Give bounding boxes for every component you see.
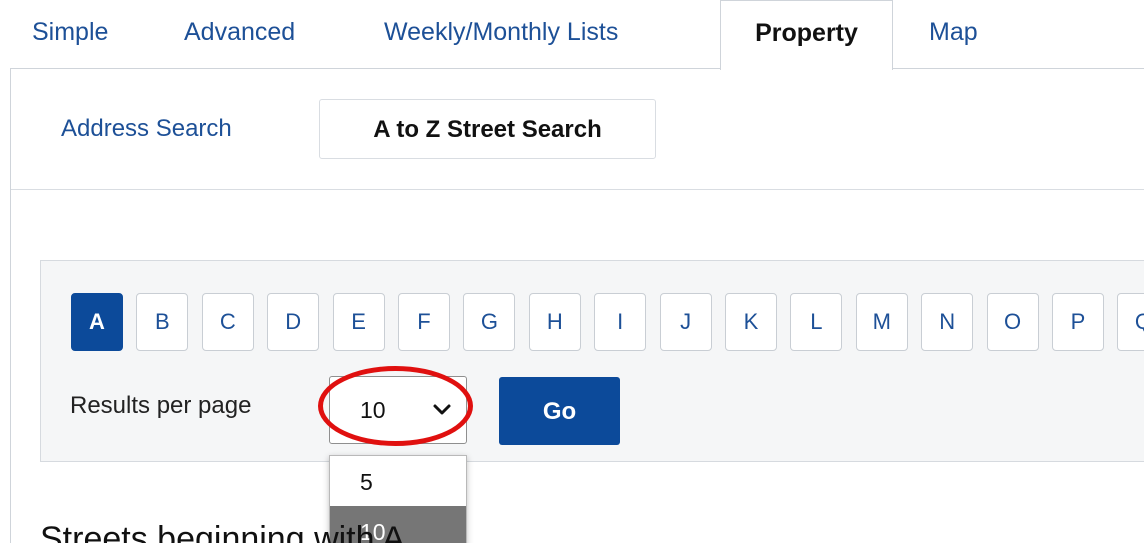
tab-address-search[interactable]: Address Search	[61, 99, 232, 159]
sub-tabs: Address Search A to Z Street Search	[11, 69, 1144, 190]
letter-j-button[interactable]: J	[659, 293, 712, 351]
letter-e-button[interactable]: E	[332, 293, 385, 351]
letter-b-button[interactable]: B	[136, 293, 189, 351]
tab-advanced[interactable]: Advanced	[184, 0, 295, 68]
tab-a-to-z-street-search[interactable]: A to Z Street Search	[319, 99, 656, 159]
letter-l-button[interactable]: L	[790, 293, 843, 351]
letter-m-button[interactable]: M	[855, 293, 908, 351]
results-per-page-label: Results per page	[70, 392, 252, 419]
page: Simple Advanced Weekly/Monthly Lists Pro…	[0, 0, 1144, 543]
letter-p-button[interactable]: P	[1052, 293, 1104, 351]
letter-h-button[interactable]: H	[528, 293, 581, 351]
letter-g-button[interactable]: G	[463, 293, 516, 351]
letter-d-button[interactable]: D	[267, 293, 320, 351]
results-per-page-select[interactable]: 10	[329, 376, 467, 444]
letter-o-button[interactable]: O	[986, 293, 1039, 351]
tab-simple[interactable]: Simple	[32, 0, 108, 68]
letter-q-button[interactable]: Q	[1117, 293, 1144, 351]
results-per-page-value: 10	[360, 397, 386, 423]
tab-map[interactable]: Map	[929, 0, 978, 68]
letter-k-button[interactable]: K	[725, 293, 777, 351]
letter-n-button[interactable]: N	[921, 293, 974, 351]
letter-a-button[interactable]: A	[71, 293, 123, 351]
chevron-down-icon	[433, 404, 451, 415]
tab-weekly-monthly-lists[interactable]: Weekly/Monthly Lists	[384, 0, 618, 68]
option-5[interactable]: 5	[330, 456, 466, 506]
main-tabs: Simple Advanced Weekly/Monthly Lists Pro…	[0, 0, 1144, 70]
go-button[interactable]: Go	[499, 377, 620, 445]
letter-i-button[interactable]: I	[594, 293, 647, 351]
results-heading: Streets beginning with A	[40, 520, 405, 543]
tab-property[interactable]: Property	[720, 0, 893, 70]
letter-f-button[interactable]: F	[398, 293, 450, 351]
letter-c-button[interactable]: C	[201, 293, 254, 351]
